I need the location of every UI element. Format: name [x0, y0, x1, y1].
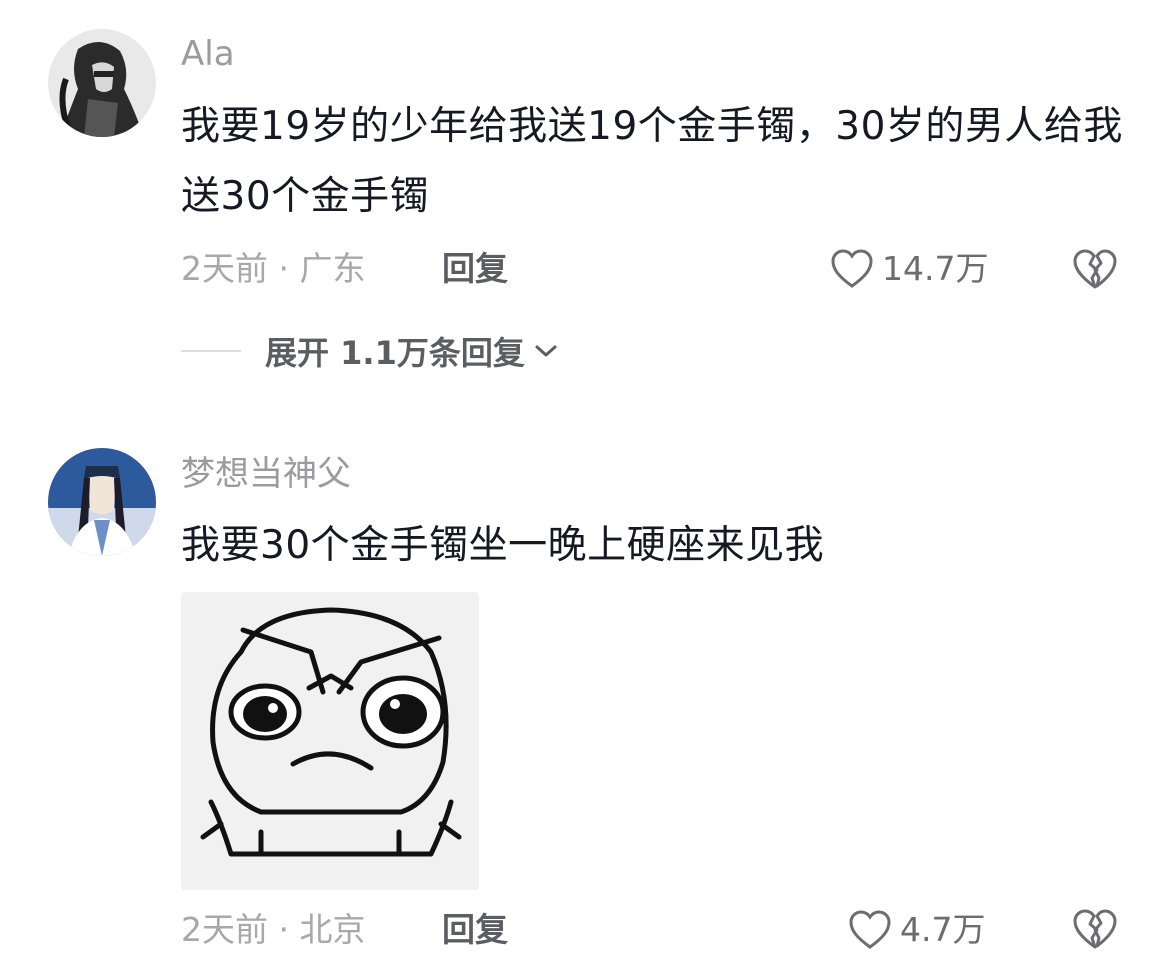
comment-text: 我要19岁的少年给我送19个金手镯，30岁的男人给我送30个金手镯: [181, 104, 1123, 219]
dislike-button[interactable]: [1072, 248, 1118, 294]
comment-meta: 2天前 · 广东: [181, 249, 366, 288]
divider: [181, 350, 241, 352]
username[interactable]: 梦想当神父: [181, 452, 351, 496]
avatar[interactable]: [48, 448, 156, 556]
expand-replies-label: 展开 1.1万条回复: [265, 334, 525, 372]
like-count: 4.7万: [900, 910, 986, 949]
comment-list: Ala 我要19岁的少年给我送19个金手镯，30岁的男人给我送30个金手镯 2天…: [0, 0, 1170, 979]
heart-outline-icon: [849, 910, 891, 949]
like-button[interactable]: 14.7万: [830, 247, 988, 291]
heart-outline-icon: [831, 249, 873, 288]
like-count: 14.7万: [882, 249, 989, 288]
expand-replies-button[interactable]: 展开 1.1万条回复: [181, 328, 559, 374]
broken-heart-icon: [1073, 909, 1117, 949]
reply-button[interactable]: 回复: [442, 908, 508, 952]
comment-text: 我要30个金手镯坐一晚上硬座来见我: [181, 523, 825, 568]
reply-button[interactable]: 回复: [442, 247, 508, 291]
dislike-button[interactable]: [1072, 908, 1118, 954]
broken-heart-icon: [1073, 249, 1117, 289]
like-button[interactable]: 4.7万: [848, 908, 985, 952]
comment-meta: 2天前 · 北京: [181, 910, 366, 949]
sticker-image[interactable]: [181, 592, 479, 890]
chevron-down-icon: [535, 345, 557, 357]
username[interactable]: Ala: [181, 32, 235, 76]
avatar[interactable]: [48, 29, 156, 137]
